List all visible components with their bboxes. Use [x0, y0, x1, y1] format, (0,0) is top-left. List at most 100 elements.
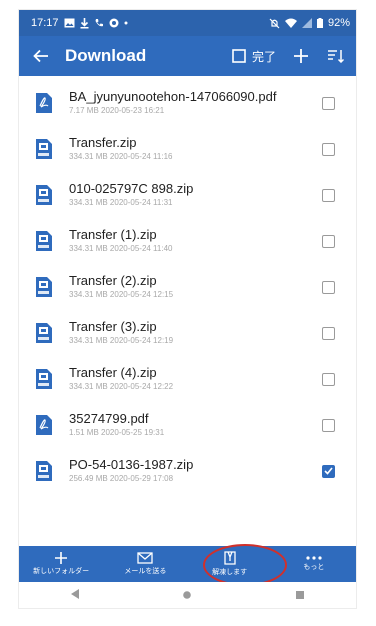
triangle-back-icon [71, 589, 80, 599]
file-name: 35274799.pdf [69, 411, 149, 426]
status-time: 17:17 [31, 17, 59, 29]
add-button[interactable] [294, 36, 308, 76]
more-button[interactable]: もっと [272, 546, 356, 582]
file-row[interactable]: Transfer (4).zip 334.31 MB 2020-05-24 12:… [19, 356, 356, 402]
download-notification-icon [80, 17, 89, 29]
file-name: Transfer (1).zip [69, 227, 157, 242]
file-checkbox[interactable] [322, 188, 335, 202]
app-bar: Download 完了 [19, 36, 356, 76]
checkbox-outline-icon [232, 49, 246, 63]
arrow-left-icon [33, 49, 48, 63]
zip-file-icon [34, 323, 54, 343]
file-text: 010-025797C 898.zip 334.31 MB 2020-05-24 … [69, 181, 322, 209]
file-row[interactable]: PO-54-0136-1987.zip 256.49 MB 2020-05-29 … [19, 448, 356, 494]
circle-home-icon [183, 591, 192, 599]
file-checkbox[interactable] [322, 96, 335, 110]
status-bar: 17:17 92% [19, 10, 356, 36]
square-recents-icon [295, 591, 304, 599]
zip-file-icon [34, 139, 54, 159]
file-checkbox[interactable] [322, 234, 335, 248]
mail-icon [137, 552, 154, 564]
file-name: PO-54-0136-1987.zip [69, 457, 194, 472]
file-list: BA_jyunyunootehon-147066090.pdf 7.17 MB 2… [19, 80, 356, 494]
page-title: Download [65, 46, 147, 65]
file-row[interactable]: 010-025797C 898.zip 334.31 MB 2020-05-24 … [19, 172, 356, 218]
file-row[interactable]: Transfer.zip 334.31 MB 2020-05-24 11:16 [19, 126, 356, 172]
file-meta: 334.31 MB 2020-05-24 12:19 [69, 336, 174, 345]
file-meta: 7.17 MB 2020-05-23 16:21 [69, 106, 165, 115]
file-meta: 256.49 MB 2020-05-29 17:08 [69, 474, 174, 483]
zip-file-icon [34, 277, 54, 297]
zip-file-icon [34, 231, 54, 251]
file-row[interactable]: BA_jyunyunootehon-147066090.pdf 7.17 MB 2… [19, 80, 356, 126]
pdf-file-icon [34, 93, 54, 113]
file-meta: 334.31 MB 2020-05-24 12:15 [69, 290, 174, 299]
signal-icon [301, 18, 312, 28]
file-text: Transfer.zip 334.31 MB 2020-05-24 11:16 [69, 135, 322, 163]
file-row[interactable]: Transfer (2).zip 334.31 MB 2020-05-24 12:… [19, 264, 356, 310]
more-notifications-dot-icon [124, 21, 128, 25]
plus-icon [55, 552, 68, 564]
select-all-checkbox[interactable] [232, 36, 246, 76]
zip-file-icon [34, 369, 54, 389]
new-folder-label: 新しいフォルダー [33, 568, 90, 575]
done-button[interactable]: 完了 [252, 36, 276, 76]
unzip-icon [223, 551, 236, 565]
nav-recents-button[interactable] [295, 586, 304, 604]
file-checkbox[interactable] [322, 142, 335, 156]
file-text: Transfer (4).zip 334.31 MB 2020-05-24 12:… [69, 365, 322, 393]
battery-icon [316, 18, 323, 28]
file-checkbox[interactable] [322, 464, 335, 478]
sync-notification-icon [109, 18, 119, 28]
more-label: もっと [303, 564, 325, 571]
more-dots-icon [306, 556, 322, 560]
image-notification-icon [64, 18, 75, 28]
system-nav-bar [19, 582, 356, 608]
file-checkbox[interactable] [322, 280, 335, 294]
new-folder-button[interactable]: 新しいフォルダー [19, 546, 103, 582]
sort-icon [328, 50, 344, 63]
file-meta: 334.31 MB 2020-05-24 11:16 [69, 152, 173, 161]
wifi-icon [284, 18, 297, 28]
nav-home-button[interactable] [183, 586, 192, 604]
battery-level: 92% [327, 17, 350, 29]
pdf-file-icon [34, 415, 54, 435]
call-notification-icon [94, 18, 104, 28]
file-checkbox[interactable] [322, 326, 335, 340]
file-row[interactable]: 35274799.pdf 1.51 MB 2020-05-25 19:31 [19, 402, 356, 448]
back-button[interactable] [19, 36, 63, 76]
file-text: Transfer (3).zip 334.31 MB 2020-05-24 12:… [69, 319, 322, 347]
zip-file-icon [34, 461, 54, 481]
file-text: Transfer (1).zip 334.31 MB 2020-05-24 11:… [69, 227, 322, 255]
sort-button[interactable] [328, 36, 344, 76]
file-meta: 1.51 MB 2020-05-25 19:31 [69, 428, 165, 437]
file-text: PO-54-0136-1987.zip 256.49 MB 2020-05-29 … [69, 457, 322, 485]
send-mail-button[interactable]: メールを送る [103, 546, 187, 582]
file-name: Transfer.zip [69, 135, 137, 150]
extract-label: 解凍します [212, 569, 248, 576]
zip-file-icon [34, 185, 54, 205]
file-checkbox[interactable] [322, 418, 335, 432]
mute-icon [269, 18, 280, 29]
extract-button[interactable]: 解凍します [188, 546, 272, 582]
file-text: Transfer (2).zip 334.31 MB 2020-05-24 12:… [69, 273, 322, 301]
file-text: 35274799.pdf 1.51 MB 2020-05-25 19:31 [69, 411, 322, 439]
file-checkbox[interactable] [322, 372, 335, 386]
nav-back-button[interactable] [71, 586, 80, 604]
file-text: BA_jyunyunootehon-147066090.pdf 7.17 MB 2… [69, 89, 322, 117]
phone-screen: 17:17 92% Download 完了 BA_jyunyunootehon-… [19, 10, 356, 608]
file-meta: 334.31 MB 2020-05-24 11:31 [69, 198, 173, 207]
send-mail-label: メールを送る [124, 568, 167, 575]
plus-icon [294, 49, 308, 63]
file-name: Transfer (3).zip [69, 319, 157, 334]
file-name: 010-025797C 898.zip [69, 181, 194, 196]
file-meta: 334.31 MB 2020-05-24 11:40 [69, 244, 173, 253]
file-row[interactable]: Transfer (1).zip 334.31 MB 2020-05-24 11:… [19, 218, 356, 264]
file-name: Transfer (2).zip [69, 273, 157, 288]
file-row[interactable]: Transfer (3).zip 334.31 MB 2020-05-24 12:… [19, 310, 356, 356]
file-name: Transfer (4).zip [69, 365, 157, 380]
file-name: BA_jyunyunootehon-147066090.pdf [69, 89, 277, 104]
check-icon [324, 467, 333, 475]
bottom-action-bar: 新しいフォルダー メールを送る 解凍します もっと [19, 546, 356, 582]
file-meta: 334.31 MB 2020-05-24 12:22 [69, 382, 174, 391]
